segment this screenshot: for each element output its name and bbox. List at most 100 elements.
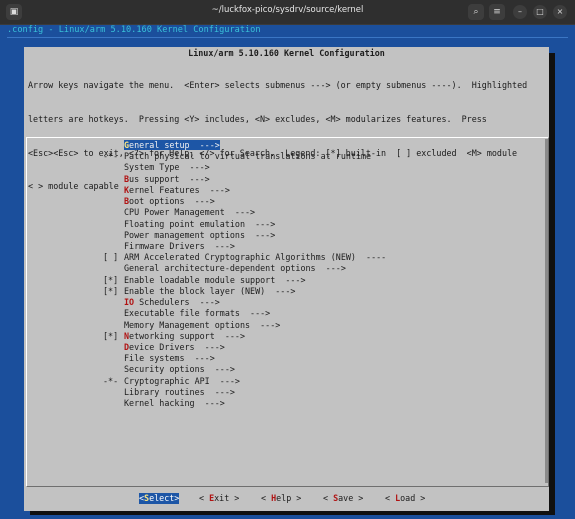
menu-item[interactable]: Library routines ---> — [103, 387, 235, 398]
menu-item-text: File systems ---> — [124, 353, 215, 364]
menu-item-label: Device Drivers ---> — [124, 342, 225, 352]
menu-item[interactable]: Security options ---> — [103, 364, 235, 375]
menu-item-text: Enable loadable module support ---> — [124, 274, 306, 285]
menu-item-text: Patch physical to virtual translations a… — [124, 151, 372, 162]
menu-item-text: ARM Accelerated Cryptographic Algorithms… — [124, 252, 387, 263]
select-button[interactable]: <Select> — [139, 493, 180, 504]
menu-item-label: Firmware Drivers ---> — [124, 241, 235, 251]
menu-item-label: ARM Accelerated Cryptographic Algorithms… — [124, 252, 386, 262]
save-button[interactable]: < Save > — [323, 493, 363, 504]
menu-scrollbar[interactable] — [545, 139, 548, 483]
menu-item-text: Floating point emulation ---> — [124, 218, 276, 229]
menu-item-text: ernel Features ---> — [129, 184, 230, 195]
menu-item-text: eneral setup ---> — [129, 140, 220, 150]
menu-item-state: -*- — [103, 375, 119, 386]
menu-item-text: us support ---> — [129, 173, 210, 184]
help-button[interactable]: < Help > — [261, 493, 301, 504]
menu-item[interactable]: [ ] ARM Accelerated Cryptographic Algorit… — [103, 252, 386, 263]
button-bracket: < — [323, 493, 334, 503]
menu-item-label: Power management options ---> — [124, 230, 275, 240]
load-button[interactable]: < Load > — [385, 493, 425, 504]
menu-item[interactable]: IO Schedulers ---> — [103, 297, 220, 308]
menu-item-text: Cryptographic API ---> — [124, 375, 240, 386]
menu-item-text: Library routines ---> — [124, 386, 235, 397]
menu-item-text: oot options ---> — [129, 196, 215, 207]
menu-item-text: evice Drivers ---> — [129, 341, 225, 352]
button-label: elect> — [149, 493, 180, 503]
menu-icon[interactable]: ≡ — [489, 4, 505, 20]
menu-item-text: Schedulers ---> — [134, 297, 220, 308]
menu-item-label: Bus support ---> — [124, 174, 210, 184]
close-icon[interactable]: × — [553, 5, 567, 19]
menu-item[interactable]: [*] Enable the block layer (NEW) ---> — [103, 286, 295, 297]
menu-item-text: Security options ---> — [124, 364, 235, 375]
menu-item[interactable]: CPU Power Management ---> — [103, 207, 255, 218]
button-label: ave > — [338, 493, 364, 503]
menu-item[interactable]: [*] Enable loadable module support ---> — [103, 275, 306, 286]
title-bar: ▣ ~/luckfox-pico/sysdrv/source/kernel ⌕ … — [0, 0, 575, 25]
menu-item-state: [*] — [103, 274, 119, 285]
button-bracket: < — [199, 493, 210, 503]
menu-item[interactable]: Memory Management options ---> — [103, 320, 280, 331]
menu-item-label: Patch physical to virtual translations a… — [124, 151, 371, 161]
menu-item-state: [ ] — [103, 252, 119, 263]
menu-item[interactable]: File systems ---> — [103, 353, 215, 364]
menuconfig-dialog: Linux/arm 5.10.160 Kernel Configuration … — [24, 47, 555, 515]
menu-item-text: Kernel hacking ---> — [124, 398, 225, 409]
menu-item-label: Security options ---> — [124, 364, 235, 374]
menu-item-text: Memory Management options ---> — [124, 319, 281, 330]
menu-item[interactable]: General setup ---> — [103, 140, 220, 151]
menu-item-label: CPU Power Management ---> — [124, 207, 255, 217]
menu-item[interactable]: Device Drivers ---> — [103, 342, 225, 353]
menu-item-text: General architecture-dependent options -… — [124, 263, 346, 274]
maximize-icon[interactable]: □ — [533, 5, 547, 19]
button-label: xit > — [214, 493, 240, 503]
menu-item[interactable]: Kernel hacking ---> — [103, 398, 225, 409]
help-line: Arrow keys navigate the menu. <Enter> se… — [28, 80, 528, 91]
button-label: oad > — [400, 493, 426, 503]
menu-item-text: Enable the block layer (NEW) ---> — [124, 285, 296, 296]
button-bracket: < — [385, 493, 396, 503]
menu-item-label: Enable loadable module support ---> — [124, 275, 306, 285]
menu-item-text: etworking support ---> — [129, 330, 246, 341]
menu-item[interactable]: Executable file formats ---> — [103, 308, 270, 319]
menu-item-state: [*] — [103, 285, 119, 296]
menu-item[interactable]: Boot options ---> — [103, 196, 215, 207]
menu-item-label: Memory Management options ---> — [124, 320, 280, 330]
menu-item-label: IO Schedulers ---> — [124, 297, 220, 307]
menu-item-label: Cryptographic API ---> — [124, 376, 240, 386]
menu-item-text: Firmware Drivers ---> — [124, 240, 235, 251]
menu-item[interactable]: Bus support ---> — [103, 174, 210, 185]
menu-item[interactable]: [*] Networking support ---> — [103, 331, 245, 342]
header-divider — [7, 37, 568, 38]
config-header: .config - Linux/arm 5.10.160 Kernel Conf… — [7, 25, 261, 35]
minimize-icon[interactable]: – — [513, 5, 527, 19]
menu-item-label: General setup ---> — [124, 140, 220, 150]
menu-item[interactable]: Floating point emulation ---> — [103, 219, 275, 230]
menu-item-text: Power management options ---> — [124, 229, 276, 240]
terminal-window: ▣ ~/luckfox-pico/sysdrv/source/kernel ⌕ … — [0, 0, 575, 519]
menu-item-label: Library routines ---> — [124, 387, 235, 397]
menu-item-label: Executable file formats ---> — [124, 308, 270, 318]
exit-button[interactable]: < Exit > — [199, 493, 239, 504]
menu-item-text: System Type ---> — [124, 162, 210, 173]
menu-item[interactable]: -*- Cryptographic API ---> — [103, 376, 240, 387]
menu-item[interactable]: Firmware Drivers ---> — [103, 241, 235, 252]
menu-item-label: Enable the block layer (NEW) ---> — [124, 286, 295, 296]
menu-item-label: Kernel hacking ---> — [124, 398, 225, 408]
button-label: elp > — [276, 493, 302, 503]
menu-item-label: File systems ---> — [124, 353, 215, 363]
menu-item[interactable]: Kernel Features ---> — [103, 185, 230, 196]
menu-item[interactable]: General architecture-dependent options -… — [103, 263, 346, 274]
search-icon[interactable]: ⌕ — [468, 4, 484, 20]
menu-item-state: [*] — [103, 330, 119, 341]
menu-item-label: System Type ---> — [124, 162, 210, 172]
dialog-title: Linux/arm 5.10.160 Kernel Configuration — [188, 48, 385, 58]
menu-item-label: General architecture-dependent options -… — [124, 263, 346, 273]
menu-item[interactable]: Power management options ---> — [103, 230, 275, 241]
terminal-area[interactable]: .config - Linux/arm 5.10.160 Kernel Conf… — [0, 25, 575, 519]
button-row: <Select> < Exit > < Help > < Save > < Load > — [24, 493, 549, 505]
help-line: letters are hotkeys. Pressing <Y> includ… — [28, 114, 487, 125]
menu-item[interactable]: System Type ---> — [103, 162, 210, 173]
menu-item[interactable]: -*- Patch physical to virtual translation… — [103, 151, 371, 162]
